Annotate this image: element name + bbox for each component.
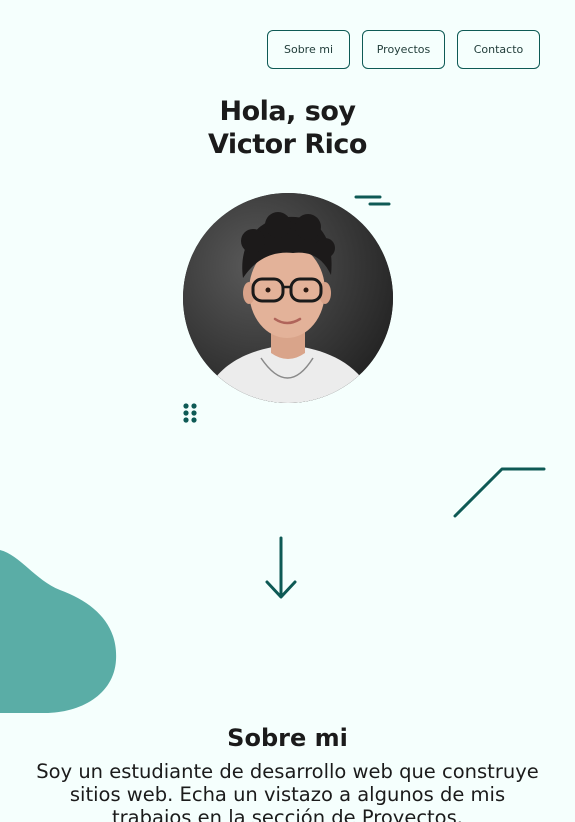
top-nav: Sobre mi Proyectos Contacto	[267, 30, 540, 69]
hero-title-line2: Victor Rico	[208, 129, 367, 160]
hero-title: Hola, soy Victor Rico	[0, 95, 575, 161]
nav-sobre-mi-button[interactable]: Sobre mi	[267, 30, 350, 69]
decorative-blob-icon	[0, 550, 117, 713]
scroll-down-arrow-icon[interactable]	[264, 536, 298, 602]
nav-contacto-button[interactable]: Contacto	[457, 30, 540, 69]
nav-proyectos-button[interactable]: Proyectos	[362, 30, 445, 69]
avatar	[183, 193, 393, 403]
decorative-angle-line-icon	[453, 467, 546, 518]
about-title: Sobre mi	[227, 724, 348, 752]
decorative-dash-icon	[354, 195, 391, 206]
hero-title-line1: Hola, soy	[219, 96, 357, 127]
about-text: Soy un estudiante de desarrollo web que …	[36, 760, 539, 822]
decorative-dots-icon	[183, 403, 197, 423]
